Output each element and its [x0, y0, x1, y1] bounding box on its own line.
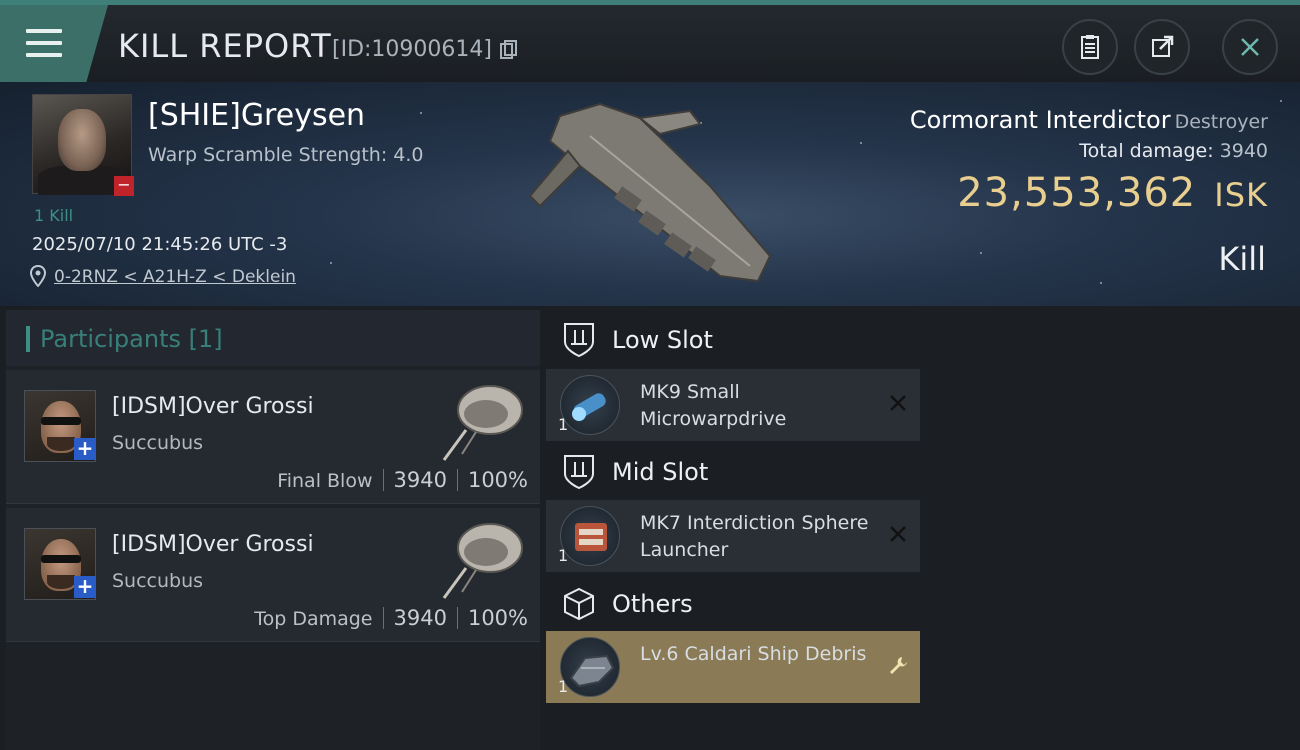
participant-damage: 3940 [393, 468, 447, 492]
module-name: MK9 Small Microwarpdrive [640, 381, 787, 430]
module-item-mid[interactable]: 1 MK7 Interdiction Sphere Launcher [546, 500, 920, 572]
wrench-icon [890, 657, 907, 674]
participant-damage: 3940 [393, 606, 447, 630]
mid-slot-icon [564, 455, 594, 490]
hamburger-menu-icon [26, 29, 62, 57]
microwarpdrive-icon [560, 375, 620, 435]
warp-scramble-strength: Warp Scramble Strength: 4.0 [148, 144, 424, 166]
victim-ship-name: Cormorant Interdictor Destroyer [910, 106, 1268, 134]
participant-stats: Top Damage 3940 100% [254, 606, 528, 630]
participant-ship: Succubus [112, 570, 204, 592]
participant-ship-image [442, 385, 523, 461]
participants-header: Participants [1] [6, 310, 540, 366]
ship-debris-icon [560, 637, 620, 697]
menu-button[interactable] [0, 5, 108, 82]
close-button[interactable] [1222, 19, 1278, 75]
others-header: Others [548, 576, 928, 632]
mid-slot-title: Mid Slot [612, 458, 709, 486]
participants-title: Participants [1] [40, 325, 223, 353]
mid-slot-header: Mid Slot [548, 444, 928, 500]
report-id: [ID:10900614] [332, 37, 492, 62]
module-name: Lv.6 Caldari Ship Debris [640, 643, 867, 665]
isk-amount: 23,553,362 [957, 170, 1197, 216]
total-damage: Total damage: 3940 [1079, 140, 1268, 162]
total-damage-label: Total damage: [1079, 140, 1214, 162]
victim-summary: − [SHIE]Greysen Warp Scramble Strength: … [0, 82, 1300, 306]
close-icon [1241, 38, 1259, 56]
remove-icon[interactable]: − [114, 176, 134, 196]
participant-ship: Succubus [112, 432, 204, 454]
add-icon[interactable]: + [74, 438, 96, 460]
participant-ship-image [442, 523, 523, 599]
participant-role: Top Damage [254, 608, 373, 630]
destroyed-icon [890, 526, 906, 542]
victim-ship-image [528, 102, 772, 283]
destroyed-icon [890, 395, 906, 411]
participant-percent: 100% [467, 468, 528, 492]
ship-class: Destroyer [1174, 111, 1268, 133]
clipboard-button[interactable] [1062, 19, 1118, 75]
participant-row[interactable]: + [IDSM]Over Grossi Succubus Final Blow 3… [6, 370, 540, 504]
low-slot-header: Low Slot [548, 312, 928, 368]
participant-stats: Final Blow 3940 100% [277, 468, 528, 492]
module-item-low[interactable]: 1 MK9 Small Microwarpdrive [546, 369, 920, 441]
participant-row[interactable]: + [IDSM]Over Grossi Succubus Top Damage 3… [6, 508, 540, 642]
module-quantity: 1 [558, 415, 569, 434]
interdiction-launcher-icon [560, 506, 620, 566]
total-damage-value: 3940 [1219, 140, 1268, 162]
others-title: Others [612, 590, 693, 618]
module-quantity: 1 [558, 677, 569, 696]
add-icon[interactable]: + [74, 576, 96, 598]
cube-icon [564, 587, 594, 621]
location-link[interactable]: 0-2RNZ < A21H-Z < Deklein [54, 267, 296, 287]
result-label: Kill [1218, 240, 1266, 278]
kill-timestamp: 2025/07/10 21:45:26 UTC -3 [32, 234, 288, 255]
participant-role: Final Blow [277, 470, 373, 492]
page-title: KILL REPORT [118, 27, 332, 65]
ship-name-text: Cormorant Interdictor [909, 106, 1171, 134]
module-name: MK7 Interdiction Sphere Launcher [640, 512, 869, 561]
top-bar: KILL REPORT [ID:10900614] [0, 0, 1300, 82]
low-slot-icon [564, 323, 594, 358]
module-item-other[interactable]: 1 Lv.6 Caldari Ship Debris [546, 631, 920, 703]
share-icon [1152, 35, 1174, 57]
clipboard-icon [1081, 35, 1099, 59]
kill-count: 1 Kill [34, 206, 74, 225]
copy-icon[interactable] [500, 40, 518, 60]
isk-unit: ISK [1214, 176, 1268, 214]
share-button[interactable] [1134, 19, 1190, 75]
victim-name[interactable]: [SHIE]Greysen [148, 98, 365, 133]
module-quantity: 1 [558, 546, 569, 565]
isk-value: 23,553,362 ISK [957, 170, 1268, 216]
participant-name: [IDSM]Over Grossi [112, 394, 314, 419]
participant-percent: 100% [467, 606, 528, 630]
participant-name: [IDSM]Over Grossi [112, 532, 314, 557]
low-slot-title: Low Slot [612, 326, 713, 354]
location-pin-icon [30, 265, 46, 287]
participants-panel: Participants [1] + [IDSM]Over Grossi Suc… [6, 310, 540, 750]
